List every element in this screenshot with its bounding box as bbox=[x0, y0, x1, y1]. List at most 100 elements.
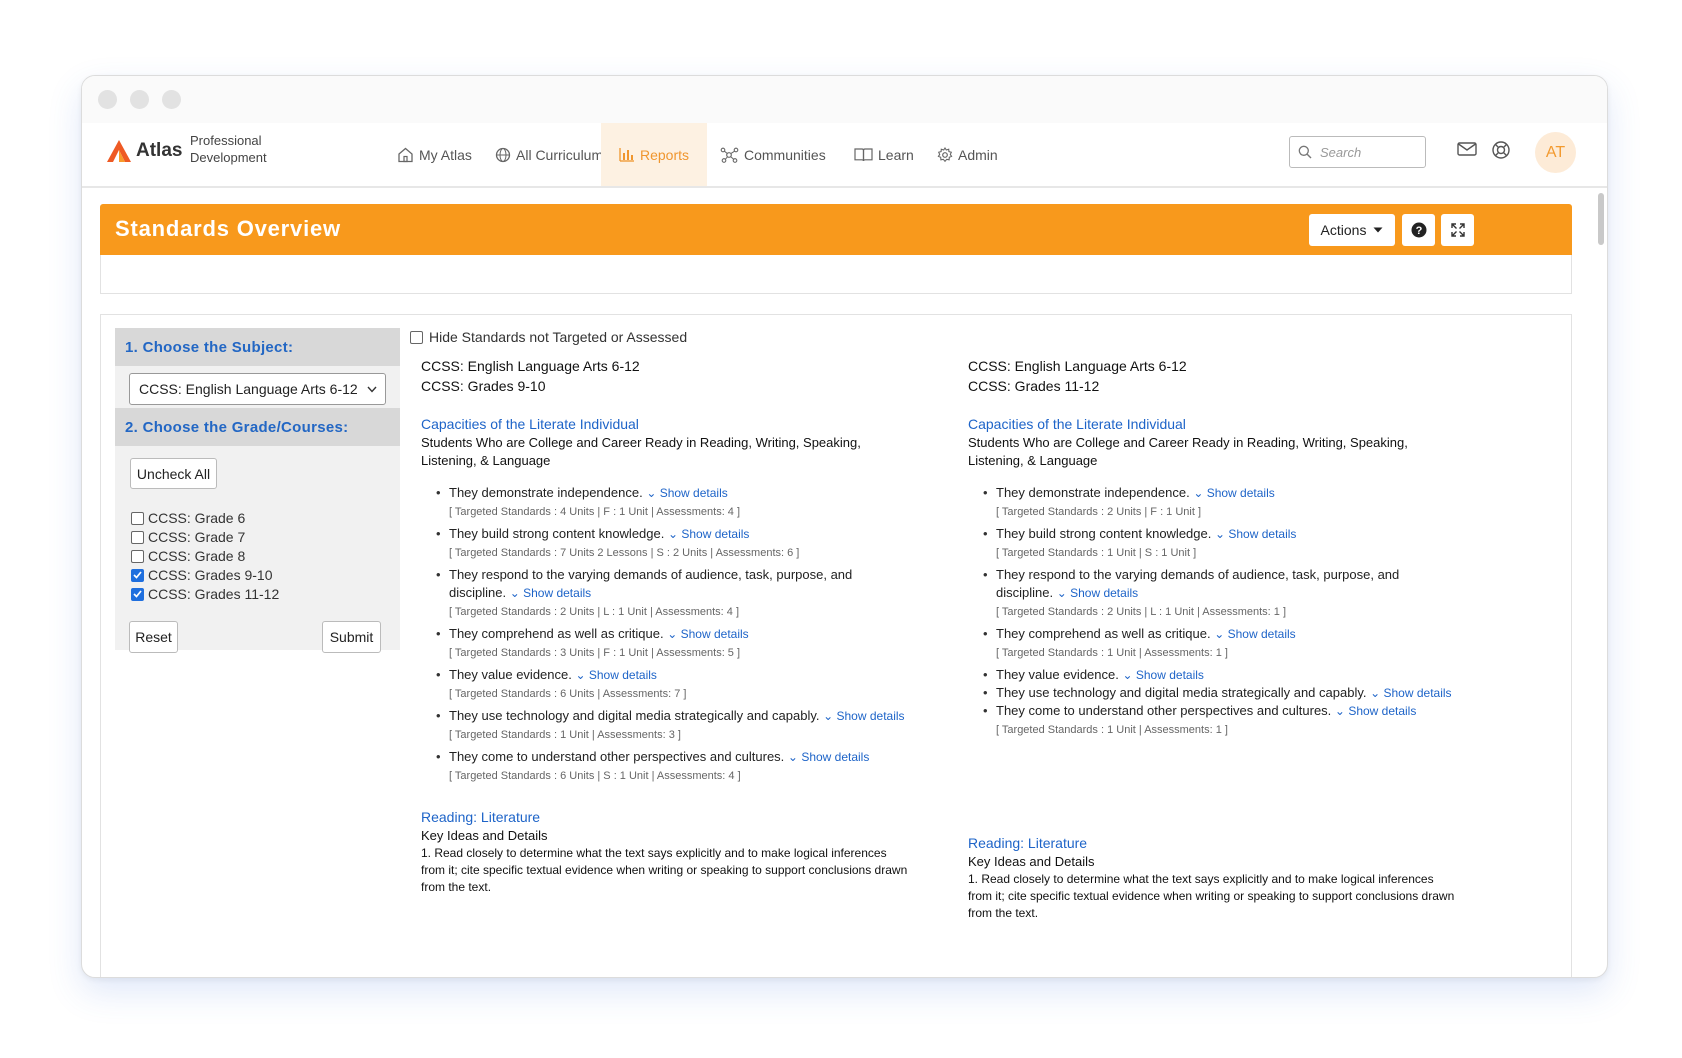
item-stats: [ Targeted Standards : 6 Units | Assessm… bbox=[449, 688, 687, 700]
show-details-label: Show details bbox=[659, 486, 728, 500]
list-item: They value evidence. ⌄ Show details [ Ta… bbox=[436, 666, 911, 702]
checkbox[interactable] bbox=[131, 549, 144, 563]
grade-option-6[interactable]: CCSS: Grade 6 bbox=[131, 510, 245, 526]
section-description: Students Who are College and Career Read… bbox=[968, 435, 1408, 468]
capacity-text: They use technology and digital media st… bbox=[996, 685, 1367, 700]
item-stats: [ Targeted Standards : 4 Units | F : 1 U… bbox=[449, 506, 741, 518]
capacity-text: They comprehend as well as critique. bbox=[449, 626, 664, 641]
window-close-dot[interactable] bbox=[98, 90, 117, 109]
show-details-link[interactable]: ⌄ Show details bbox=[575, 668, 656, 682]
show-details-link[interactable]: ⌄ Show details bbox=[1214, 627, 1295, 641]
column-subject: CCSS: English Language Arts 6-12 bbox=[968, 358, 1187, 374]
nav-label: Reports bbox=[640, 146, 690, 163]
capacity-text: They build strong content knowledge. bbox=[996, 526, 1212, 541]
section-link-reading-literature[interactable]: Reading: Literature bbox=[968, 834, 1458, 853]
nav-reports[interactable]: Reports bbox=[601, 123, 708, 186]
item-stats: [ Targeted Standards : 2 Units | L : 1 U… bbox=[449, 606, 740, 618]
search-input[interactable] bbox=[1320, 144, 1420, 160]
list-item: They build strong content knowledge. ⌄ S… bbox=[436, 525, 911, 561]
show-details-link[interactable]: ⌄ Show details bbox=[1193, 486, 1274, 500]
hide-standards-toggle[interactable]: Hide Standards not Targeted or Assessed bbox=[410, 329, 687, 345]
show-details-link[interactable]: ⌄ Show details bbox=[1335, 704, 1416, 718]
show-details-link[interactable]: ⌄ Show details bbox=[823, 709, 904, 723]
filter-sidebar: 1. Choose the Subject: CCSS: English Lan… bbox=[115, 328, 400, 653]
question-circle-icon: ? bbox=[1411, 222, 1426, 238]
checkbox[interactable] bbox=[131, 530, 144, 544]
user-avatar[interactable]: AT bbox=[1535, 132, 1576, 173]
grade-option-8[interactable]: CCSS: Grade 8 bbox=[131, 548, 245, 564]
list-item: They comprehend as well as critique. ⌄ S… bbox=[983, 625, 1458, 661]
choose-grade-heading: 2. Choose the Grade/Courses: bbox=[115, 408, 400, 446]
nav-all-curriculum[interactable]: All Curriculum bbox=[489, 123, 609, 186]
section-link-capacities[interactable]: Capacities of the Literate Individual bbox=[968, 415, 1458, 434]
list-item: They build strong content knowledge. ⌄ S… bbox=[983, 525, 1458, 561]
show-details-link[interactable]: ⌄ Show details bbox=[1122, 668, 1203, 682]
capacity-text: They come to understand other perspectiv… bbox=[449, 749, 785, 764]
show-details-link[interactable]: ⌄ Show details bbox=[1057, 586, 1138, 600]
grade-option-9-10[interactable]: CCSS: Grades 9-10 bbox=[131, 567, 273, 583]
expand-button[interactable] bbox=[1441, 214, 1474, 246]
search-icon bbox=[1298, 145, 1312, 159]
grade-label: CCSS: Grade 7 bbox=[148, 529, 246, 545]
help-button[interactable]: ? bbox=[1402, 214, 1435, 246]
show-details-link[interactable]: ⌄ Show details bbox=[1215, 527, 1296, 541]
capacity-text: They use technology and digital media st… bbox=[449, 708, 820, 723]
window-maximize-dot[interactable] bbox=[162, 90, 181, 109]
show-details-link[interactable]: ⌄ Show details bbox=[1370, 686, 1451, 700]
atlas-logo-icon bbox=[107, 140, 131, 162]
list-item: They comprehend as well as critique. ⌄ S… bbox=[436, 625, 911, 661]
subsection-title: Key Ideas and Details bbox=[968, 854, 1095, 869]
help-lifebuoy-icon[interactable] bbox=[1491, 140, 1511, 160]
actions-dropdown-button[interactable]: Actions bbox=[1309, 214, 1395, 246]
checkbox-checked[interactable] bbox=[131, 587, 144, 601]
grade-label: CCSS: Grade 6 bbox=[148, 510, 246, 526]
nav-admin[interactable]: Admin bbox=[931, 123, 1004, 186]
show-details-link[interactable]: ⌄ Show details bbox=[510, 586, 591, 600]
capacity-text: They come to understand other perspectiv… bbox=[996, 703, 1332, 718]
submit-button[interactable]: Submit bbox=[322, 621, 381, 653]
hide-standards-checkbox[interactable] bbox=[410, 330, 423, 344]
checkbox-checked[interactable] bbox=[131, 568, 144, 582]
browser-window: Atlas Professional Development My Atlas … bbox=[81, 75, 1608, 978]
search-box[interactable] bbox=[1289, 136, 1426, 168]
expand-arrows-icon bbox=[1450, 223, 1465, 237]
show-details-link[interactable]: ⌄ Show details bbox=[668, 527, 749, 541]
list-item: They demonstrate independence. ⌄ Show de… bbox=[436, 484, 911, 520]
grade-option-11-12[interactable]: CCSS: Grades 11-12 bbox=[131, 586, 279, 602]
scrollbar-thumb[interactable] bbox=[1598, 193, 1604, 245]
list-item: They come to understand other perspectiv… bbox=[983, 702, 1458, 738]
item-stats: [ Targeted Standards : 7 Units 2 Lessons… bbox=[449, 547, 800, 559]
nav-label: Communities bbox=[744, 146, 826, 163]
nav-my-atlas[interactable]: My Atlas bbox=[391, 123, 478, 186]
capacities-list: They demonstrate independence. ⌄ Show de… bbox=[968, 484, 1458, 738]
checkbox[interactable] bbox=[131, 511, 144, 525]
actions-label: Actions bbox=[1320, 222, 1367, 238]
home-icon bbox=[398, 147, 413, 162]
show-details-link[interactable]: ⌄ Show details bbox=[667, 627, 748, 641]
atlas-logo[interactable]: Atlas bbox=[106, 139, 182, 163]
uncheck-all-button[interactable]: Uncheck All bbox=[130, 458, 217, 489]
grade-option-7[interactable]: CCSS: Grade 7 bbox=[131, 529, 245, 545]
list-item: They demonstrate independence. ⌄ Show de… bbox=[983, 484, 1458, 520]
mail-icon[interactable] bbox=[1457, 141, 1477, 157]
standard-text: 1. Read closely to determine what the te… bbox=[421, 846, 908, 894]
section-link-reading-literature[interactable]: Reading: Literature bbox=[421, 808, 911, 827]
show-details-label: Show details bbox=[1383, 686, 1452, 700]
section-link-capacities[interactable]: Capacities of the Literate Individual bbox=[421, 415, 911, 434]
window-minimize-dot[interactable] bbox=[130, 90, 149, 109]
capacities-list: They demonstrate independence. ⌄ Show de… bbox=[421, 484, 911, 784]
column-grade: CCSS: Grades 9-10 bbox=[421, 378, 546, 394]
nav-learn[interactable]: Learn bbox=[848, 123, 920, 186]
show-details-label: Show details bbox=[1070, 586, 1139, 600]
header-panel-body bbox=[100, 255, 1572, 294]
nav-communities[interactable]: Communities bbox=[714, 123, 832, 186]
page-header-banner: Standards Overview Actions ? bbox=[100, 204, 1572, 255]
subject-select-value: CCSS: English Language Arts 6-12 bbox=[139, 381, 358, 397]
show-details-link[interactable]: ⌄ Show details bbox=[788, 750, 869, 764]
page-title: Standards Overview bbox=[115, 216, 341, 241]
hide-standards-label: Hide Standards not Targeted or Assessed bbox=[429, 329, 688, 345]
show-details-link[interactable]: ⌄ Show details bbox=[646, 486, 727, 500]
column-grade: CCSS: Grades 11-12 bbox=[968, 378, 1100, 394]
subject-select[interactable]: CCSS: English Language Arts 6-12 bbox=[129, 373, 386, 405]
reset-button[interactable]: Reset bbox=[129, 621, 178, 653]
